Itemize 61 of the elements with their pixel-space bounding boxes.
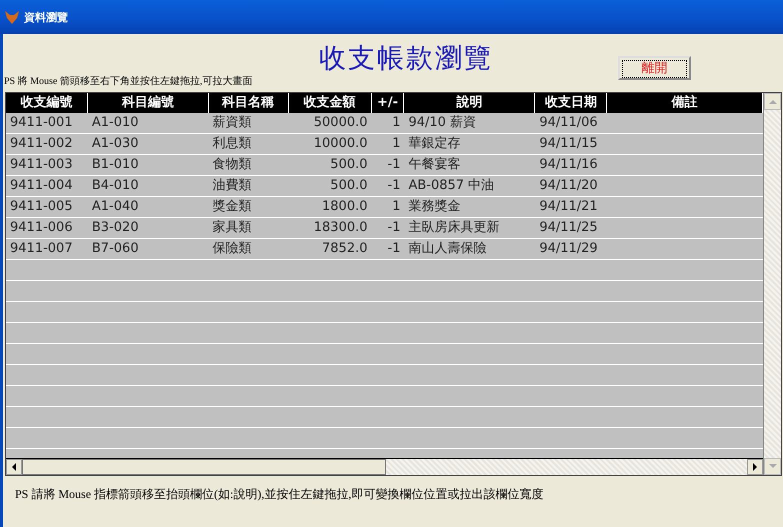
close-button[interactable]: 離開 [618, 56, 691, 80]
table-cell: B7-060 [92, 241, 139, 256]
table-cell: 華銀定存 [408, 136, 460, 151]
table-cell: 10000.0 [314, 136, 368, 151]
hint-text: PS 請將 Mouse 指標箭頭移至抬頭欄位(如:說明),並按住左鍵拖拉,即可變換欄位位置或拉出該欄位寬度 [14, 486, 544, 503]
horizontal-scrollbar[interactable] [6, 458, 763, 475]
table-cell: 油費類 [212, 178, 252, 193]
table-cell: 94/11/06 [539, 115, 598, 130]
table-cell: 500.0 [330, 178, 368, 193]
table-cell: A1-030 [92, 136, 139, 151]
table-cell: -1 [388, 241, 400, 256]
table-cell: 9411-007 [10, 241, 73, 256]
scroll-thumb[interactable] [22, 459, 386, 475]
table-cell: 午餐宴客 [408, 157, 460, 172]
table-cell: 50000.0 [314, 115, 368, 130]
table-cell: B4-010 [92, 178, 139, 193]
table-cell: 1 [392, 136, 400, 151]
table-cell: 獎金類 [212, 199, 252, 214]
table-cell: 9411-006 [10, 220, 73, 235]
table-cell: 家具類 [212, 220, 252, 235]
table-cell: 94/11/29 [539, 241, 598, 256]
table-cell: 7852.0 [322, 241, 368, 256]
table-cell: 18300.0 [314, 220, 368, 235]
scroll-up-icon[interactable] [764, 93, 781, 110]
window-title: 資料瀏覽 [24, 10, 68, 24]
table-cell: 薪資類 [212, 115, 252, 130]
vertical-scrollbar[interactable] [763, 93, 781, 475]
table-cell: 1 [392, 115, 400, 130]
table-cell: 9411-003 [10, 157, 73, 172]
table-cell: 食物類 [212, 157, 252, 172]
scroll-right-icon[interactable] [747, 459, 763, 475]
table-cell: -1 [388, 178, 400, 193]
table-cell: B3-020 [92, 220, 139, 235]
table-cell: -1 [388, 220, 400, 235]
table-cell: 94/11/16 [539, 157, 598, 172]
table-cell: 94/11/25 [539, 220, 598, 235]
table-cell: 主臥房床具更新 [408, 220, 500, 235]
table-cell: 94/11/15 [539, 136, 598, 151]
table-cell: 94/11/21 [539, 199, 598, 214]
table-cell: 9411-005 [10, 199, 73, 214]
table-cell: 9411-001 [10, 115, 73, 130]
page-heading: 收支帳款瀏覽 [319, 42, 493, 76]
table-cell: AB-0857 中油 [408, 178, 494, 193]
fox-icon [5, 10, 19, 24]
table-cell: 保險類 [212, 241, 252, 256]
table-cell: 500.0 [330, 157, 368, 172]
table-cell: A1-040 [92, 199, 139, 214]
table-cell: 利息類 [212, 136, 252, 151]
scroll-left-icon[interactable] [6, 459, 22, 475]
hint-text: PS 將 Mouse 箭頭移至右下角並按住左鍵拖拉,可拉大畫面 [4, 74, 252, 88]
table-cell: A1-010 [92, 115, 139, 130]
table-cell: 94/10 薪資 [408, 115, 476, 130]
table-cell: 9411-004 [10, 178, 73, 193]
table-cell: 1800.0 [322, 199, 368, 214]
table-cell: -1 [388, 157, 400, 172]
table-cell: B1-010 [92, 157, 139, 172]
table-cell: 1 [392, 199, 400, 214]
table-cell: 南山人壽保險 [408, 241, 486, 256]
table-cell: 業務獎金 [408, 199, 460, 214]
table-cell: 94/11/20 [539, 178, 598, 193]
table-cell: 9411-002 [10, 136, 73, 151]
